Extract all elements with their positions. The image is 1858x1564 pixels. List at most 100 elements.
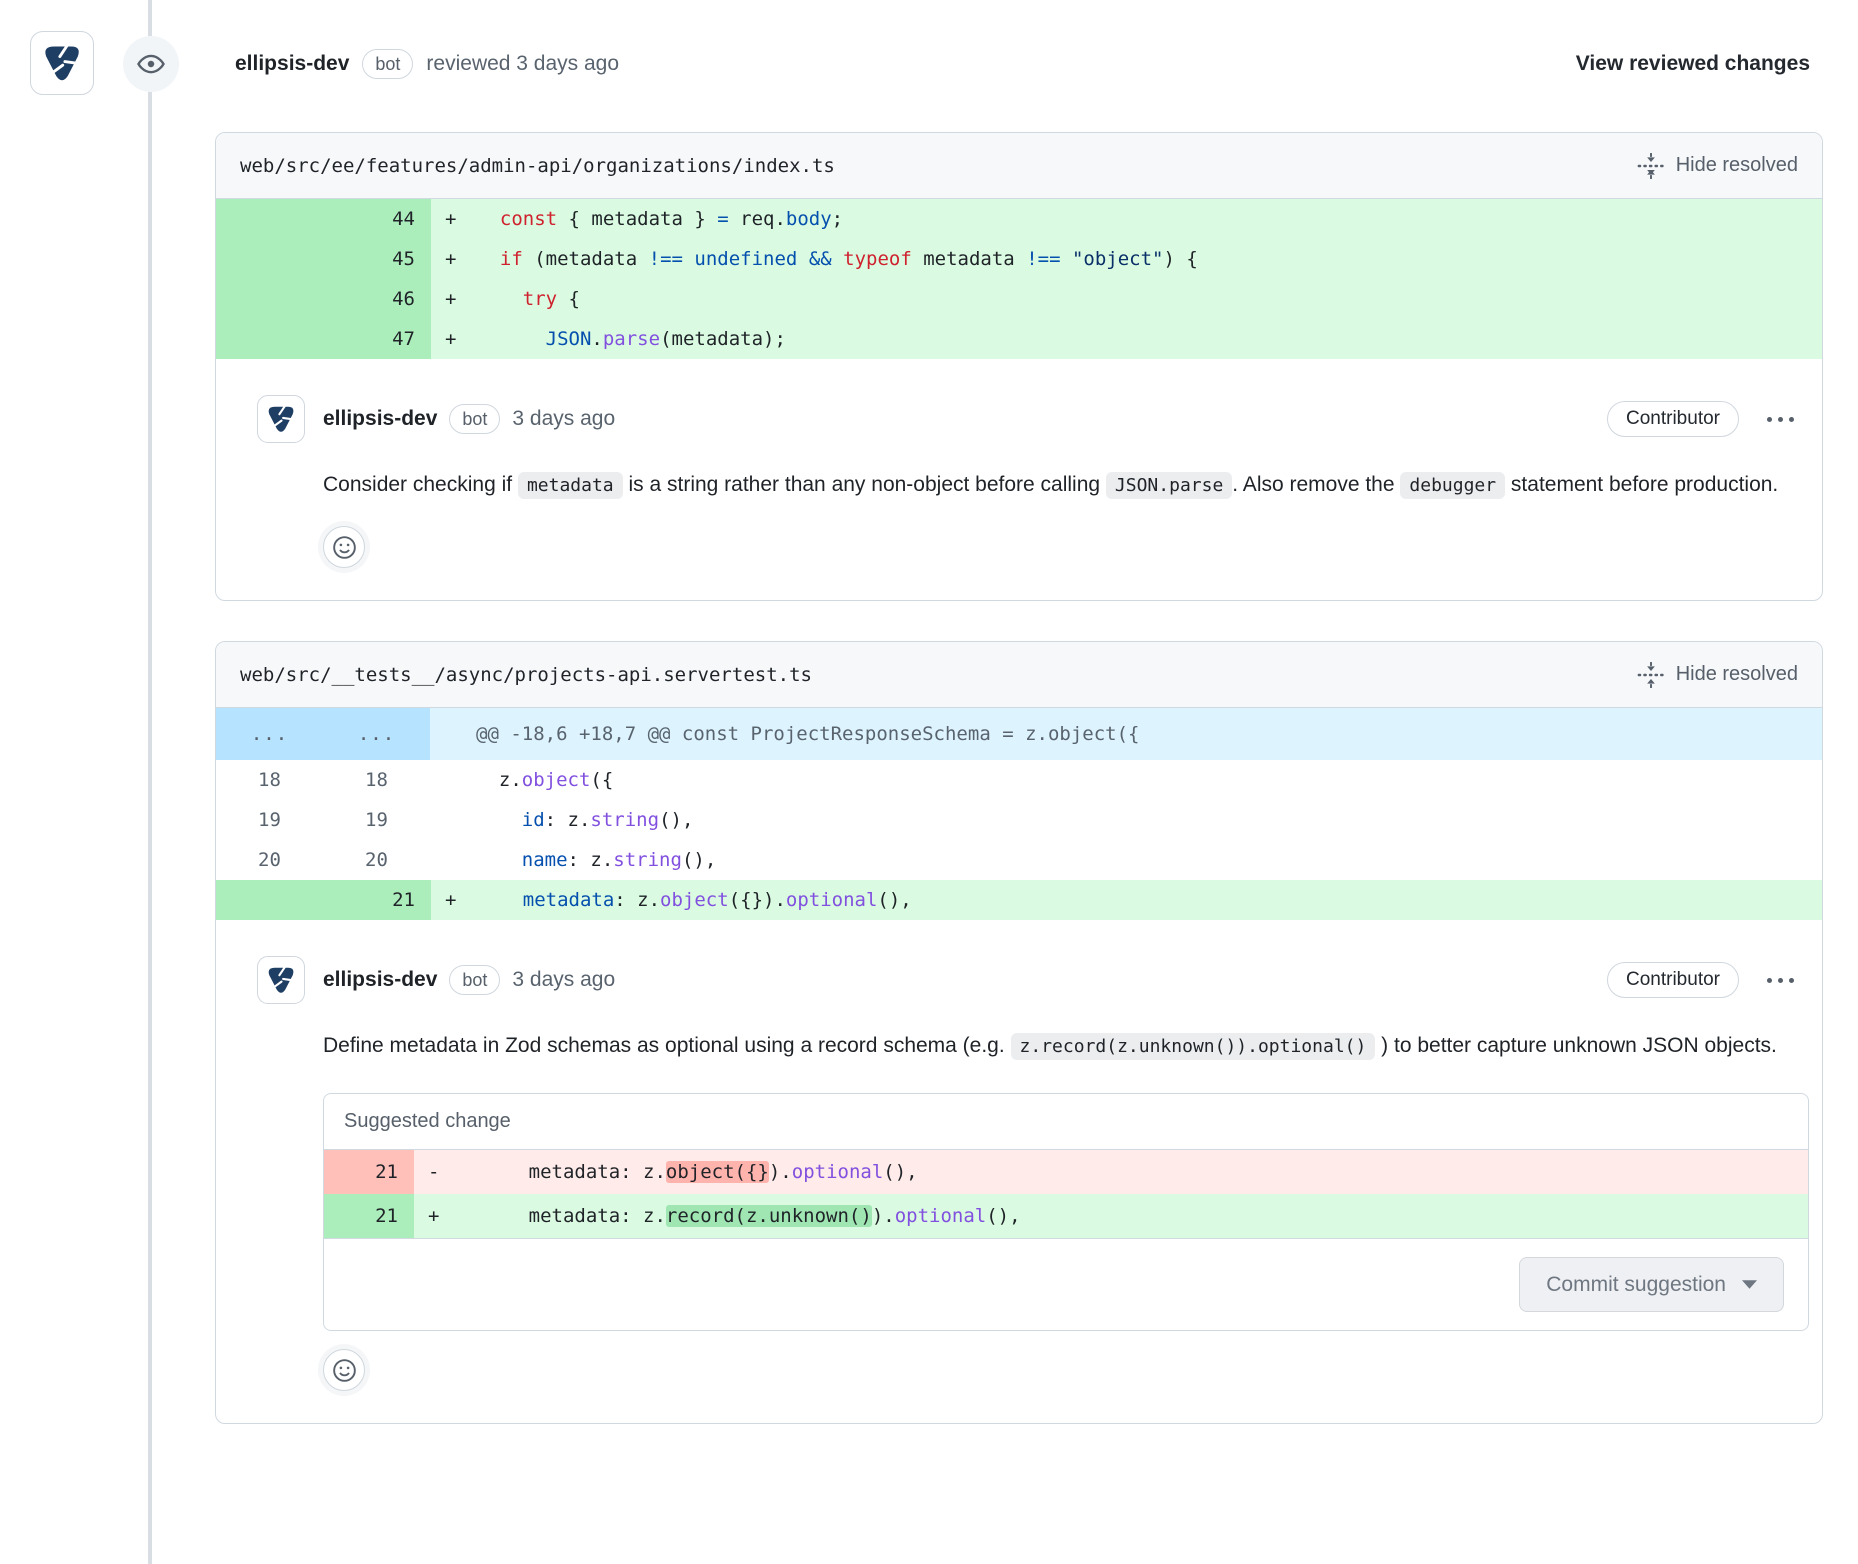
review-comment: ellipsis-dev bot 3 days ago Contributor …	[216, 359, 1822, 600]
code-line: metadata: z.record(z.unknown()).optional…	[460, 1194, 1808, 1238]
line-number-new[interactable]: 19	[323, 800, 430, 840]
line-number[interactable]: 45	[216, 239, 431, 279]
file-path-link[interactable]: web/src/__tests__/async/projects-api.ser…	[240, 664, 812, 686]
kebab-menu-icon[interactable]	[1763, 411, 1798, 428]
code-line: const { metadata } = req.body;	[477, 199, 1822, 239]
code-token: z.	[476, 769, 522, 791]
diff-sign: +	[431, 279, 477, 319]
line-number[interactable]: 21	[216, 880, 431, 920]
line-number[interactable]: 44	[216, 199, 431, 239]
inline-code: JSON.parse	[1106, 472, 1232, 499]
review-header: ellipsis-dev bot reviewed 3 days ago Vie…	[0, 28, 1810, 100]
hide-resolved-button[interactable]: Hide resolved	[1637, 152, 1798, 180]
diff-table: 44+ const { metadata } = req.body; 45+ if…	[216, 199, 1822, 359]
code-token: : z.	[545, 809, 591, 831]
comment-meta: ellipsis-dev bot 3 days ago	[323, 965, 615, 995]
line-number-new[interactable]: ...	[323, 708, 430, 760]
bot-badge: bot	[449, 965, 500, 995]
review-thread-card: web/src/__tests__/async/projects-api.ser…	[215, 641, 1823, 1424]
code-token: (),	[682, 849, 716, 871]
ellipsis-logo-icon	[39, 40, 85, 86]
diff-row: ......@@ -18,6 +18,7 @@ const ProjectRes…	[216, 708, 1822, 760]
suggestion-diff-row: 21+ metadata: z.record(z.unknown()).opti…	[324, 1194, 1808, 1238]
diff-table: ......@@ -18,6 +18,7 @@ const ProjectRes…	[216, 708, 1822, 920]
suggested-change-block: Suggested change 21- metadata: z.object(…	[323, 1093, 1809, 1331]
view-reviewed-changes-link[interactable]: View reviewed changes	[1576, 28, 1810, 100]
code-token	[476, 849, 522, 871]
suggestion-diff: 21- metadata: z.object({}).optional(),21…	[324, 1150, 1808, 1238]
review-header-line: ellipsis-dev bot reviewed 3 days ago	[235, 28, 619, 100]
fold-icon	[1637, 152, 1665, 180]
suggestion-diff-row: 21- metadata: z.object({}).optional(),	[324, 1150, 1808, 1194]
chevron-down-icon	[1742, 1280, 1757, 1289]
line-number-old[interactable]: 20	[216, 840, 323, 880]
file-path-link[interactable]: web/src/ee/features/admin-api/organizati…	[240, 155, 835, 177]
code-token: ).	[769, 1161, 792, 1183]
comment-avatar[interactable]	[257, 956, 305, 1004]
code-token: (),	[986, 1205, 1020, 1227]
diff-sign: +	[431, 880, 477, 920]
review-comment: ellipsis-dev bot 3 days ago Contributor …	[216, 920, 1822, 1423]
diff-sign	[430, 800, 476, 840]
diff-row: 1818 z.object({	[216, 760, 1822, 800]
code-token: undefined	[694, 248, 797, 270]
hide-resolved-label: Hide resolved	[1676, 154, 1798, 177]
comment-timestamp[interactable]: 3 days ago	[512, 968, 615, 992]
diff-sign: -	[414, 1150, 460, 1194]
comment-text: is a string rather than any non-object b…	[623, 473, 1106, 496]
code-line: metadata: z.object({}).optional(),	[460, 1150, 1808, 1194]
code-token: string	[590, 809, 659, 831]
add-reaction-button[interactable]	[323, 526, 365, 568]
code-token: (metadata);	[660, 328, 786, 350]
comment-author[interactable]: ellipsis-dev	[323, 968, 437, 992]
comment-author[interactable]: ellipsis-dev	[323, 407, 437, 431]
line-number: 21	[324, 1194, 414, 1238]
file-header: web/src/ee/features/admin-api/organizati…	[216, 133, 1822, 199]
line-number-new[interactable]: 18	[323, 760, 430, 800]
code-line: metadata: z.object({}).optional(),	[477, 880, 1822, 920]
code-token: if	[500, 248, 523, 270]
code-token	[476, 809, 522, 831]
diff-row: 2020 name: z.string(),	[216, 840, 1822, 880]
code-token: !==	[649, 248, 683, 270]
review-thread-card: web/src/ee/features/admin-api/organizati…	[215, 132, 1823, 601]
line-number-new[interactable]: 20	[323, 840, 430, 880]
line-number-old[interactable]: 19	[216, 800, 323, 840]
line-number[interactable]: 46	[216, 279, 431, 319]
code-token: id	[522, 809, 545, 831]
code-token: string	[613, 849, 682, 871]
code-token: (),	[883, 1161, 917, 1183]
hide-resolved-button[interactable]: Hide resolved	[1637, 661, 1798, 689]
code-token: object({}	[666, 1161, 769, 1183]
code-token: metadata: z.	[460, 1161, 666, 1183]
diff-row: 1919 id: z.string(),	[216, 800, 1822, 840]
code-token	[477, 288, 523, 310]
code-token: ;	[832, 208, 843, 230]
code-token: req.	[729, 208, 786, 230]
code-token: ({}).	[729, 889, 786, 911]
code-token: const	[500, 208, 557, 230]
kebab-menu-icon[interactable]	[1763, 972, 1798, 989]
code-token: parse	[603, 328, 660, 350]
add-reaction-button[interactable]	[323, 1349, 365, 1391]
reviewer-name[interactable]: ellipsis-dev	[235, 52, 349, 76]
reviewer-avatar[interactable]	[30, 31, 94, 95]
comment-timestamp[interactable]: 3 days ago	[512, 407, 615, 431]
code-token: { metadata }	[557, 208, 717, 230]
comment-body: Consider checking if metadata is a strin…	[323, 463, 1793, 508]
suggestion-footer: Commit suggestion	[324, 1238, 1808, 1330]
fold-icon	[1637, 661, 1665, 689]
hide-resolved-label: Hide resolved	[1676, 663, 1798, 686]
code-token: ) {	[1163, 248, 1197, 270]
comment-body: Define metadata in Zod schemas as option…	[323, 1024, 1793, 1069]
inline-code: z.record(z.unknown()).optional()	[1011, 1033, 1376, 1060]
commit-suggestion-button[interactable]: Commit suggestion	[1519, 1257, 1784, 1312]
line-number-old[interactable]: 18	[216, 760, 323, 800]
comment-avatar[interactable]	[257, 395, 305, 443]
line-number[interactable]: 47	[216, 319, 431, 359]
code-token	[477, 248, 500, 270]
diff-sign: +	[431, 239, 477, 279]
line-number-old[interactable]: ...	[216, 708, 323, 760]
comment-badges: Contributor	[1607, 401, 1798, 437]
file-header: web/src/__tests__/async/projects-api.ser…	[216, 642, 1822, 708]
